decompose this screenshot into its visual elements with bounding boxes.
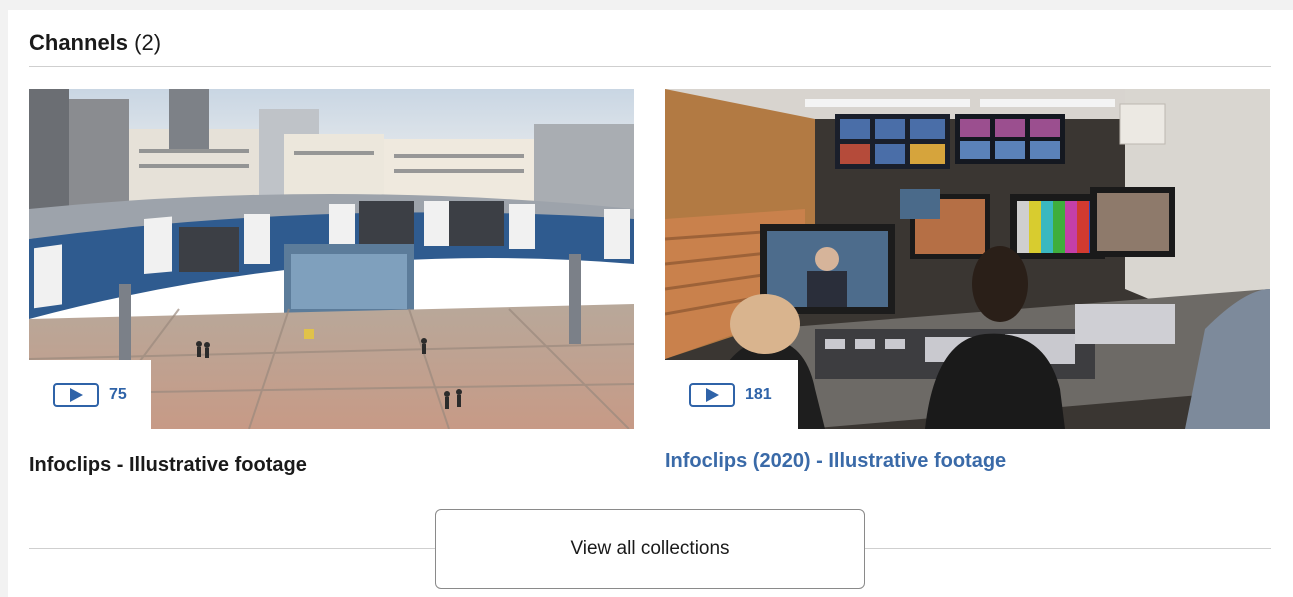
video-count-badge: 181 bbox=[665, 360, 798, 429]
section-title-text: Channels bbox=[29, 30, 129, 55]
section-title: Channels (2) bbox=[29, 30, 161, 56]
play-icon bbox=[689, 382, 735, 407]
video-count-badge: 75 bbox=[29, 360, 151, 429]
channel-thumbnail[interactable]: 181 bbox=[665, 89, 1270, 429]
channel-title[interactable]: Infoclips - Illustrative footage bbox=[29, 454, 307, 477]
video-count: 181 bbox=[745, 385, 772, 403]
section-title-count: (2) bbox=[134, 30, 162, 55]
video-count: 75 bbox=[109, 385, 127, 403]
channel-title-link[interactable]: Infoclips (2020) - Illustrative footage bbox=[665, 450, 1006, 473]
channels-panel: Channels (2) 75 Infoclips - Illustrative… bbox=[8, 10, 1293, 597]
channel-card[interactable]: 75 Infoclips - Illustrative footage bbox=[29, 89, 634, 476]
view-all-collections-button[interactable]: View all collections bbox=[435, 509, 865, 589]
channel-card[interactable]: 181 Infoclips (2020) - Illustrative foot… bbox=[665, 89, 1270, 472]
title-divider bbox=[29, 66, 1271, 67]
channel-thumbnail[interactable]: 75 bbox=[29, 89, 634, 429]
play-icon bbox=[53, 382, 99, 407]
